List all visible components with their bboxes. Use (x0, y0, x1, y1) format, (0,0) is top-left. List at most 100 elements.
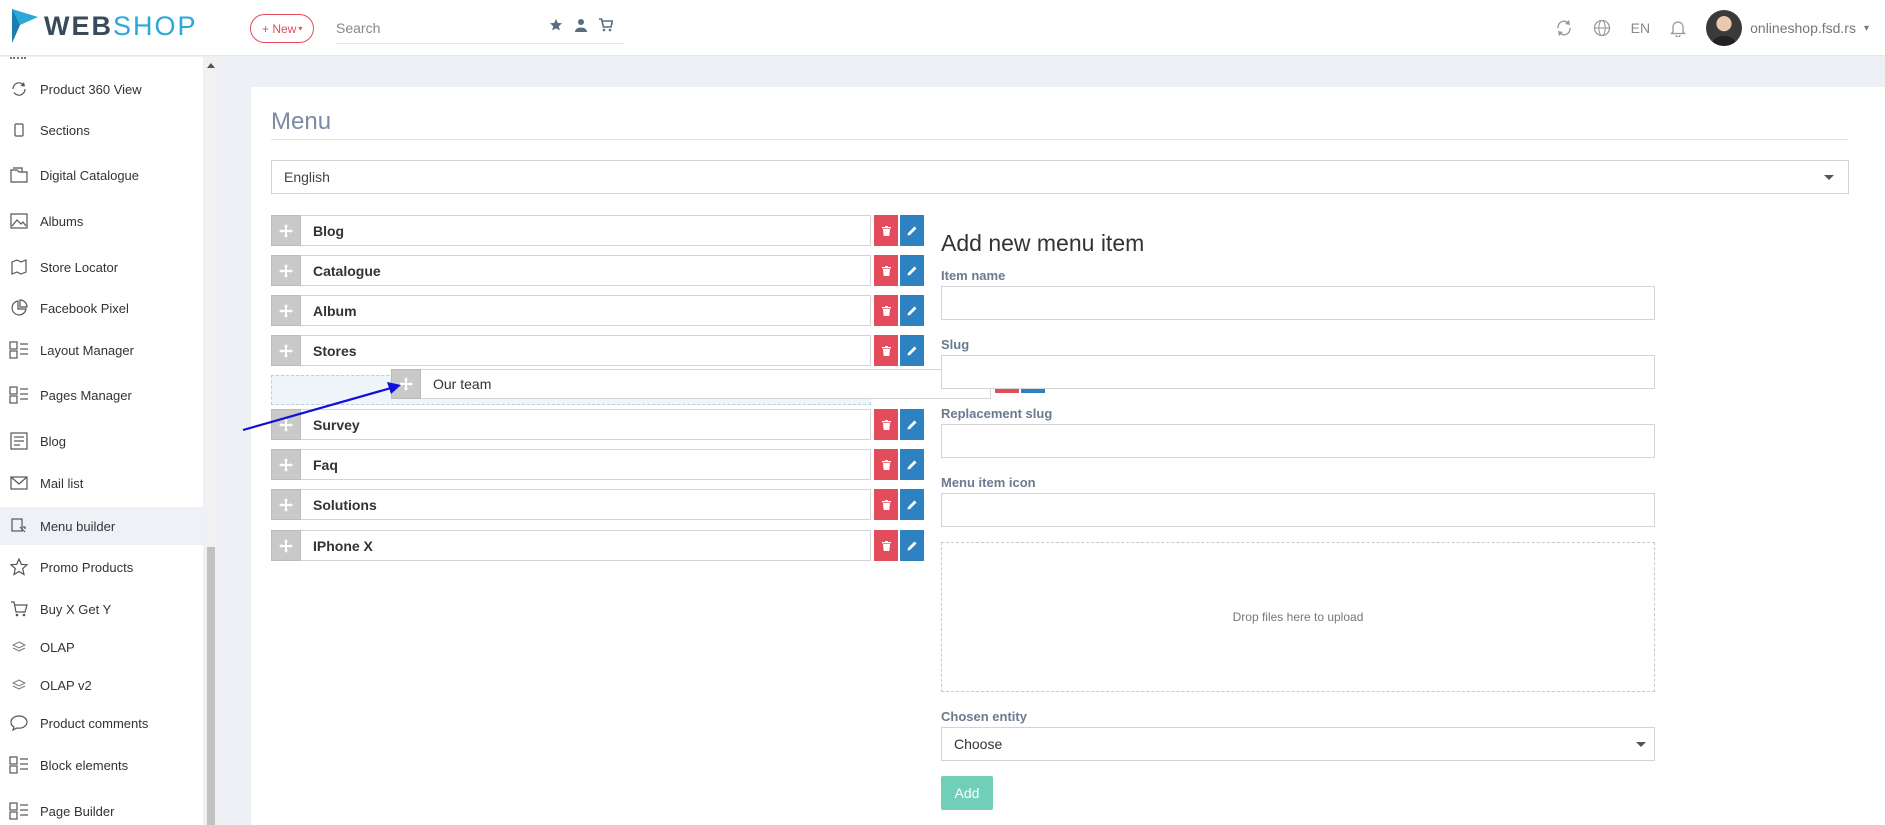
cart-icon[interactable] (599, 18, 613, 32)
menu-item-row[interactable]: Solutions (271, 489, 924, 520)
sidebar-item-store-locator[interactable]: Store Locator (0, 248, 203, 286)
new-button[interactable]: + New ▾ (250, 14, 315, 43)
menu-item-row[interactable]: Album (271, 295, 924, 326)
menu-item-label: Stores (301, 335, 871, 366)
move-icon[interactable] (271, 215, 301, 246)
user-menu[interactable]: onlineshop.fsd.rs ▾ (1706, 10, 1869, 46)
star-icon[interactable] (549, 18, 563, 32)
delete-button[interactable] (874, 489, 898, 520)
menu-item-row[interactable]: Catalogue (271, 255, 924, 286)
sidebar-item-page-builder[interactable]: Page Builder (0, 792, 203, 825)
move-icon[interactable] (271, 409, 301, 440)
bell-icon[interactable] (1670, 19, 1687, 37)
user-icon[interactable] (575, 18, 587, 32)
layers-icon (12, 679, 26, 690)
pencil-icon (907, 346, 917, 355)
language-select[interactable]: English (271, 160, 1849, 194)
sidebar-item-layout-manager[interactable]: Layout Manager (0, 331, 203, 369)
trash-icon (881, 499, 891, 510)
trash-icon (881, 345, 891, 356)
sidebar-item-digital-catalogue[interactable]: Digital Catalogue (0, 156, 203, 194)
sidebar-scrollbar[interactable] (205, 57, 217, 825)
menu-item-row[interactable]: Blog (271, 215, 924, 246)
sidebar-item-promo-products[interactable]: Promo Products (0, 548, 203, 586)
move-icon[interactable] (391, 369, 421, 399)
sidebar-item-label: Block elements (40, 757, 129, 773)
rotate-icon (12, 82, 26, 96)
slug-input[interactable] (941, 355, 1655, 389)
replacement-slug-input[interactable] (941, 424, 1655, 458)
sidebar-item-block-elements[interactable]: Block elements (0, 746, 203, 784)
sidebar-item-label: Albums (40, 213, 84, 229)
sidebar-item-product-comments[interactable]: Product comments (0, 704, 203, 742)
edit-button[interactable] (900, 255, 924, 286)
sidebar-item-olap-v2[interactable]: OLAP v2 (0, 666, 203, 704)
dropzone-text: Drop files here to upload (1232, 610, 1364, 624)
scroll-up-icon[interactable] (207, 63, 215, 68)
chosen-entity-label: Chosen entity (941, 709, 1027, 724)
search-input[interactable] (336, 14, 536, 42)
item-name-label: Item name (941, 268, 1006, 283)
delete-button[interactable] (874, 215, 898, 246)
chevron-down-icon: ▾ (1863, 22, 1869, 34)
sidebar-item-facebook-pixel[interactable]: Facebook Pixel (0, 289, 203, 327)
edit-button[interactable] (900, 215, 924, 246)
edit-button[interactable] (900, 409, 924, 440)
item-name-input[interactable] (941, 286, 1655, 320)
globe-icon[interactable] (1593, 19, 1611, 37)
sidebar-item-sections[interactable]: Sections (0, 111, 203, 149)
menu-item-row[interactable]: Survey (271, 409, 924, 440)
add-button[interactable]: Add (941, 776, 993, 810)
sidebar-item-menu-builder[interactable]: Menu builder (0, 507, 203, 545)
edit-button[interactable] (900, 489, 924, 520)
delete-button[interactable] (874, 255, 898, 286)
sidebar-item-label: Promo Products (40, 559, 134, 575)
delete-button[interactable] (874, 530, 898, 561)
chosen-entity-select[interactable]: Choose (941, 727, 1655, 761)
map-icon (11, 259, 27, 275)
menu-item-icon-input[interactable] (941, 493, 1655, 527)
page-title: Menu (271, 108, 332, 135)
edit-button[interactable] (900, 295, 924, 326)
edit-button[interactable] (900, 530, 924, 561)
move-icon[interactable] (271, 449, 301, 480)
flag-logo-icon (12, 9, 38, 43)
move-icon[interactable] (271, 530, 301, 561)
pie-chart-icon (11, 299, 28, 316)
sidebar-item-olap[interactable]: OLAP (0, 628, 203, 666)
webshop-logo[interactable]: WEBSHOP (12, 9, 198, 43)
pencil-icon (907, 306, 917, 315)
edit-button[interactable] (900, 449, 924, 480)
sidebar-item-label: Pages Manager (40, 387, 132, 403)
file-dropzone[interactable]: Drop files here to upload (941, 542, 1655, 692)
sidebar-item-blog[interactable]: Blog (0, 422, 203, 460)
layout-icon (9, 756, 28, 774)
move-icon[interactable] (271, 295, 301, 326)
scrollbar-thumb[interactable] (207, 547, 215, 825)
delete-button[interactable] (874, 295, 898, 326)
move-icon[interactable] (271, 335, 301, 366)
menu-item-row[interactable]: Stores (271, 335, 924, 366)
menu-item-row[interactable]: Faq (271, 449, 924, 480)
delete-button[interactable] (874, 335, 898, 366)
sidebar-item-label: Blog (40, 433, 67, 449)
sidebar-item-pages-manager[interactable]: Pages Manager (0, 376, 203, 414)
delete-button[interactable] (874, 449, 898, 480)
edit-button[interactable] (900, 335, 924, 366)
sidebar-item-buy-x-get-y[interactable]: Buy X Get Y (0, 590, 203, 628)
caret-down-icon (1824, 175, 1834, 180)
move-icon[interactable] (271, 255, 301, 286)
menu-item-row[interactable]: IPhone X (271, 530, 924, 561)
delete-button[interactable] (874, 409, 898, 440)
refresh-icon[interactable] (1555, 19, 1573, 37)
language-select-value: English (284, 169, 330, 185)
language-switch[interactable]: EN (1631, 20, 1650, 36)
dragging-menu-item[interactable]: Our team (391, 369, 1045, 399)
move-icon[interactable] (271, 489, 301, 520)
sidebar-item-mail-list[interactable]: Mail list (0, 464, 203, 502)
sidebar-item-albums[interactable]: Albums (0, 202, 203, 240)
sidebar-item-label: Layout Manager (40, 342, 134, 358)
sidebar-item-product-360[interactable]: Product 360 View (0, 70, 203, 108)
form-title: Add new menu item (941, 230, 1145, 256)
comment-icon (10, 715, 28, 731)
